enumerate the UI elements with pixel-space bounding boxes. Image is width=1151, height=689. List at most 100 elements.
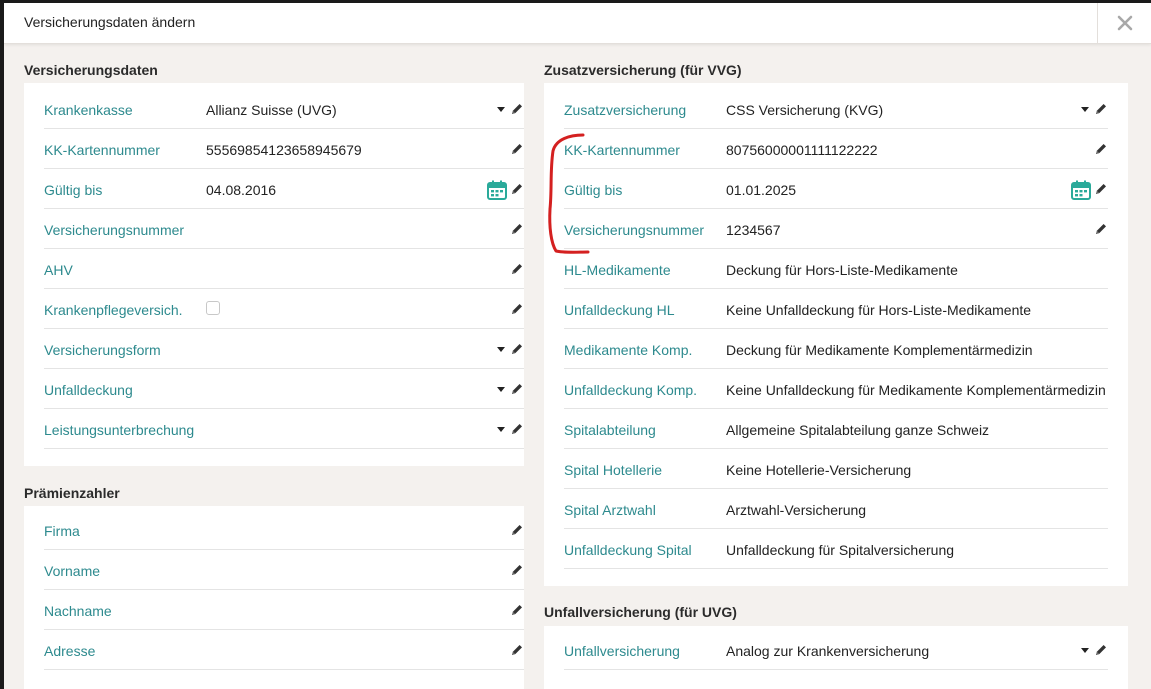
pencil-icon[interactable]	[1094, 222, 1108, 236]
dialog-title: Versicherungsdaten ändern	[24, 14, 196, 30]
caret-down-icon[interactable]	[497, 427, 505, 432]
pencil-icon[interactable]	[510, 102, 524, 116]
field-value: Unfalldeckung für Spitalversicherung	[726, 542, 955, 558]
field-row-vorname[interactable]: Vorname	[44, 550, 524, 590]
pencil-icon[interactable]	[510, 182, 524, 196]
field-row-adresse[interactable]: Adresse	[44, 630, 524, 670]
field-row-medikamente-komp: Medikamente Komp. Deckung für Medikamente…	[564, 329, 1108, 369]
field-value[interactable]: 04.08.2016	[206, 182, 276, 198]
field-row-versicherungsform[interactable]: Versicherungsform	[44, 329, 524, 369]
field-label: Unfallversicherung	[564, 643, 680, 659]
pencil-icon[interactable]	[1094, 142, 1108, 156]
dialog-titlebar: Versicherungsdaten ändern	[4, 3, 1151, 44]
field-row-leistungsunterbrechung[interactable]: Leistungsunterbrechung	[44, 409, 524, 449]
field-row-spital-arztwahl: Spital Arztwahl Arztwahl-Versicherung	[564, 489, 1108, 529]
field-value[interactable]: 01.01.2025	[726, 182, 796, 198]
field-label: Versicherungsnummer	[44, 222, 185, 238]
pencil-icon[interactable]	[510, 422, 524, 436]
calendar-icon[interactable]	[487, 180, 507, 200]
card-praemienzahler: Firma Vorname Nachname Adresse	[24, 506, 524, 689]
field-label: KK-Kartennummer	[44, 142, 160, 158]
field-row-nachname[interactable]: Nachname	[44, 590, 524, 630]
field-row-firma[interactable]: Firma	[44, 510, 524, 550]
pencil-icon[interactable]	[510, 643, 524, 657]
field-label: Unfalldeckung Komp.	[564, 382, 698, 398]
field-row-spitalabteilung: Spitalabteilung Allgemeine Spitalabteilun…	[564, 409, 1108, 449]
field-value: Keine Hotellerie-Versicherung	[726, 462, 912, 478]
field-row-unfalldeckung-hl: Unfalldeckung HL Keine Unfalldeckung für …	[564, 289, 1108, 329]
field-row-versicherungsnummer[interactable]: Versicherungsnummer 1234567	[564, 209, 1108, 249]
field-label: Versicherungsform	[44, 342, 161, 358]
red-bracket-annotation	[548, 133, 590, 254]
field-label: Leistungsunterbrechung	[44, 422, 195, 438]
caret-down-icon[interactable]	[497, 347, 505, 352]
pencil-icon[interactable]	[510, 222, 524, 236]
section-title-versicherungsdaten: Versicherungsdaten	[24, 62, 158, 78]
field-value: Keine Unfalldeckung für Hors-Liste-Medik…	[726, 302, 1032, 318]
field-label: Krankenpflegeversich.	[44, 302, 183, 318]
field-value: Arztwahl-Versicherung	[726, 502, 867, 518]
pencil-icon[interactable]	[510, 302, 524, 316]
caret-down-icon[interactable]	[497, 387, 505, 392]
field-value[interactable]: 1234567	[726, 222, 781, 238]
field-row-unfallversicherung[interactable]: Unfallversicherung Analog zur Krankenvers…	[564, 630, 1108, 670]
checkbox[interactable]	[206, 301, 220, 315]
field-label: Krankenkasse	[44, 102, 133, 118]
edit-insurance-dialog: Versicherungsdaten ändern Versicherungsd…	[4, 3, 1151, 689]
pencil-icon[interactable]	[510, 603, 524, 617]
close-icon	[1117, 15, 1133, 31]
pencil-icon[interactable]	[1094, 102, 1108, 116]
field-row-kk-kartennummer[interactable]: KK-Kartennummer 55569854123658945679	[44, 129, 524, 169]
field-row-unfalldeckung-spital: Unfalldeckung Spital Unfalldeckung für Sp…	[564, 529, 1108, 569]
pencil-icon[interactable]	[1094, 182, 1108, 196]
field-label: Zusatzversicherung	[564, 102, 687, 118]
field-label: Gültig bis	[44, 182, 103, 198]
field-value: Deckung für Hors-Liste-Medikamente	[726, 262, 958, 278]
section-title-zusatzversicherung: Zusatzversicherung (für VVG)	[544, 62, 742, 78]
field-value[interactable]: 55569854123658945679	[206, 142, 362, 158]
field-row-ahv[interactable]: AHV	[44, 249, 524, 289]
field-row-unfalldeckung[interactable]: Unfalldeckung	[44, 369, 524, 409]
card-zusatzversicherung: Zusatzversicherung CSS Versicherung (KVG)…	[544, 83, 1128, 586]
field-row-spital-hotellerie: Spital Hotellerie Keine Hotellerie-Versic…	[564, 449, 1108, 489]
field-row-kk-kartennummer[interactable]: KK-Kartennummer 80756000001111122222	[564, 129, 1108, 169]
field-label: Unfalldeckung	[44, 382, 133, 398]
field-value[interactable]: CSS Versicherung (KVG)	[726, 102, 883, 118]
calendar-icon[interactable]	[1071, 180, 1091, 200]
field-row-hl-medikamente: HL-Medikamente Deckung für Hors-Liste-Med…	[564, 249, 1108, 289]
field-label: Medikamente Komp.	[564, 342, 693, 358]
field-row-gueltig-bis[interactable]: Gültig bis 01.01.2025	[564, 169, 1108, 209]
field-label: Vorname	[44, 563, 101, 579]
field-label: Spital Arztwahl	[564, 502, 656, 518]
caret-down-icon[interactable]	[1081, 648, 1089, 653]
field-row-krankenkasse[interactable]: Krankenkasse Allianz Suisse (UVG)	[44, 89, 524, 129]
field-value: Keine Unfalldeckung für Medikamente Komp…	[726, 382, 1106, 398]
field-value: Allgemeine Spitalabteilung ganze Schweiz	[726, 422, 990, 438]
field-value[interactable]: 80756000001111122222	[726, 142, 878, 158]
field-label: AHV	[44, 262, 73, 278]
caret-down-icon[interactable]	[1081, 107, 1089, 112]
field-row-zusatzversicherung[interactable]: Zusatzversicherung CSS Versicherung (KVG)	[564, 89, 1108, 129]
field-label: Adresse	[44, 643, 96, 659]
field-row-krankenpflegeversich[interactable]: Krankenpflegeversich.	[44, 289, 524, 329]
field-label: Nachname	[44, 603, 112, 619]
field-value[interactable]: Allianz Suisse (UVG)	[206, 102, 337, 118]
field-label: Unfalldeckung Spital	[564, 542, 692, 558]
card-unfallversicherung: Unfallversicherung Analog zur Krankenvers…	[544, 626, 1128, 689]
pencil-icon[interactable]	[510, 142, 524, 156]
field-label: Spital Hotellerie	[564, 462, 663, 478]
pencil-icon[interactable]	[510, 262, 524, 276]
caret-down-icon[interactable]	[497, 107, 505, 112]
pencil-icon[interactable]	[510, 523, 524, 537]
field-row-gueltig-bis[interactable]: Gültig bis 04.08.2016	[44, 169, 524, 209]
close-button[interactable]	[1097, 3, 1151, 43]
pencil-icon[interactable]	[510, 382, 524, 396]
pencil-icon[interactable]	[510, 563, 524, 577]
card-versicherungsdaten: Krankenkasse Allianz Suisse (UVG) KK-Karte…	[24, 83, 524, 466]
pencil-icon[interactable]	[510, 342, 524, 356]
field-row-versicherungsnummer[interactable]: Versicherungsnummer	[44, 209, 524, 249]
field-row-unfalldeckung-komp: Unfalldeckung Komp. Keine Unfalldeckung f…	[564, 369, 1108, 409]
pencil-icon[interactable]	[1094, 643, 1108, 657]
field-label: Firma	[44, 523, 80, 539]
field-value[interactable]: Analog zur Krankenversicherung	[726, 643, 929, 659]
